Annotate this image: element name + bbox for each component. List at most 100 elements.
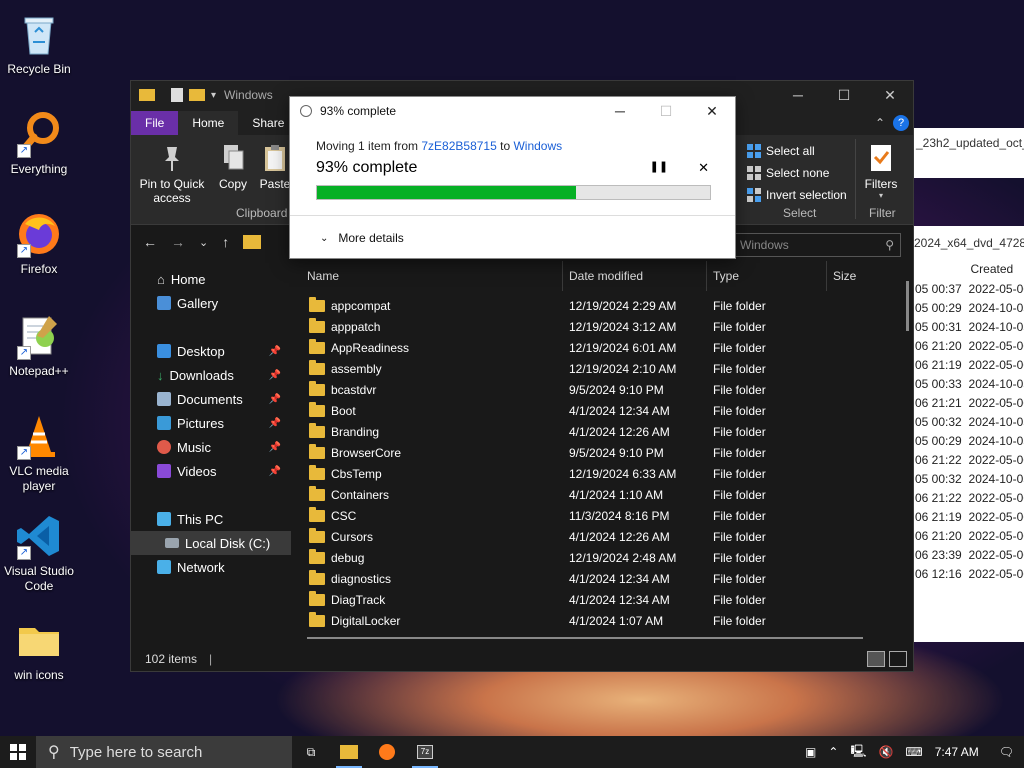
table-row[interactable]: Containers 4/1/2024 1:10 AM File folder	[301, 484, 901, 505]
taskbar-file-explorer[interactable]	[330, 736, 368, 768]
up-icon[interactable]: ↑	[222, 234, 229, 250]
chevron-down-icon[interactable]: ▾	[211, 90, 216, 101]
table-row[interactable]: 06 21:20 2022-05-06	[913, 337, 1024, 356]
table-row[interactable]: appcompat 12/19/2024 2:29 AM File folder	[301, 295, 901, 316]
pin-icon[interactable]: 📌	[269, 466, 281, 477]
horizontal-scrollbar[interactable]	[307, 637, 863, 639]
keyboard-icon[interactable]: ⌨	[905, 745, 922, 759]
notifications-icon[interactable]: 🗨	[999, 745, 1014, 759]
desktop-icon-win-icons[interactable]: win icons	[0, 616, 78, 683]
table-row[interactable]: apppatch 12/19/2024 3:12 AM File folder	[301, 316, 901, 337]
table-row[interactable]: 06 21:22 2022-05-06	[913, 451, 1024, 470]
desktop-icon-everything[interactable]: ↗ Everything	[0, 110, 78, 177]
start-button[interactable]	[0, 736, 36, 768]
select-all-button[interactable]: Select all	[747, 143, 847, 159]
sidebar-item-local-disk[interactable]: Local Disk (C:)	[131, 531, 291, 555]
recent-locations-chevron-icon[interactable]: ⌄	[199, 236, 208, 249]
sidebar-item-pictures[interactable]: Pictures 📌	[131, 411, 291, 435]
clock[interactable]: 7:47 AM	[935, 745, 979, 759]
table-row[interactable]: Boot 4/1/2024 12:34 AM File folder	[301, 400, 901, 421]
bg-window-created-header[interactable]: Created	[965, 260, 1024, 280]
table-row[interactable]: 05 00:37 2022-05-06	[913, 280, 1024, 299]
column-header-type[interactable]: Type	[707, 260, 827, 291]
sidebar-item-documents[interactable]: Documents 📌	[131, 387, 291, 411]
table-row[interactable]: 05 00:33 2024-10-05	[913, 375, 1024, 394]
desktop-icon-notepad-plus-plus[interactable]: ↗ Notepad++	[0, 312, 78, 379]
table-row[interactable]: bcastdvr 9/5/2024 9:10 PM File folder	[301, 379, 901, 400]
desktop-icon-vscode[interactable]: ↗ Visual Studio Code	[0, 512, 78, 594]
table-row[interactable]: DiagTrack 4/1/2024 12:34 AM File folder	[301, 589, 901, 610]
table-row[interactable]: 06 21:21 2022-05-06	[913, 394, 1024, 413]
table-row[interactable]: 05 00:31 2024-10-05	[913, 318, 1024, 337]
back-icon[interactable]: ←	[143, 234, 157, 250]
table-row[interactable]: assembly 12/19/2024 2:10 AM File folder	[301, 358, 901, 379]
pause-button[interactable]: ❚❚	[650, 160, 668, 176]
table-row[interactable]: 05 00:29 2024-10-05	[913, 299, 1024, 318]
large-icons-view-button[interactable]	[889, 651, 907, 667]
sidebar-item-videos[interactable]: Videos 📌	[131, 459, 291, 483]
select-none-button[interactable]: Select none	[747, 165, 847, 181]
search-input[interactable]: h Windows ⚲	[721, 233, 901, 257]
dialog-titlebar[interactable]: 93% complete ─ ☐ ✕	[290, 97, 735, 125]
taskbar-search-input[interactable]: ⚲ Type here to search	[36, 736, 292, 768]
tray-app-icon[interactable]: ▣	[805, 745, 816, 759]
table-row[interactable]: Cursors 4/1/2024 12:26 AM File folder	[301, 526, 901, 547]
help-icon[interactable]: ?	[893, 115, 909, 131]
pin-icon[interactable]: 📌	[269, 346, 281, 357]
close-button[interactable]: ✕	[867, 81, 913, 109]
table-row[interactable]: 06 21:20 2022-05-06	[913, 527, 1024, 546]
sidebar-item-music[interactable]: Music 📌	[131, 435, 291, 459]
sidebar-item-downloads[interactable]: ↓ Downloads 📌	[131, 363, 291, 387]
pin-icon[interactable]: 📌	[269, 394, 281, 405]
pin-icon[interactable]: 📌	[269, 370, 281, 381]
desktop-icon-vlc[interactable]: ↗ VLC media player	[0, 412, 78, 494]
sidebar-item-desktop[interactable]: Desktop 📌	[131, 339, 291, 363]
maximize-button[interactable]: ☐	[821, 81, 867, 109]
collapse-ribbon-icon[interactable]: ⌃	[875, 116, 885, 130]
progress-dialog[interactable]: 93% complete ─ ☐ ✕ Moving 1 item from 7z…	[289, 96, 736, 259]
table-row[interactable]: 06 21:19 2022-05-06	[913, 508, 1024, 527]
task-view-button[interactable]: ⧉	[292, 736, 330, 768]
source-link[interactable]: 7zE82B58715	[421, 139, 496, 153]
sidebar-item-gallery[interactable]: Gallery	[131, 291, 291, 315]
table-row[interactable]: debug 12/19/2024 2:48 AM File folder	[301, 547, 901, 568]
pin-icon[interactable]: 📌	[269, 418, 281, 429]
bg-window-list[interactable]: Created 05 00:37 2022-05-06 05 00:29 2024-1…	[912, 258, 1024, 642]
bg-window-path[interactable]: 2024_x64_dvd_4728d6	[912, 226, 1024, 260]
address-folder-icon[interactable]	[243, 235, 262, 249]
minimize-button[interactable]: ─	[775, 81, 821, 109]
tab-home[interactable]: Home	[178, 111, 239, 135]
table-row[interactable]: 06 21:22 2022-05-06	[913, 489, 1024, 508]
chevron-up-icon[interactable]: ⌃	[828, 745, 838, 759]
table-row[interactable]: 05 00:32 2024-10-05	[913, 470, 1024, 489]
taskbar-firefox[interactable]	[368, 736, 406, 768]
forward-icon[interactable]: →	[171, 234, 185, 250]
table-row[interactable]: Branding 4/1/2024 12:26 AM File folder	[301, 421, 901, 442]
maximize-button[interactable]: ☐	[643, 97, 689, 125]
minimize-button[interactable]: ─	[597, 97, 643, 125]
table-row[interactable]: BrowserCore 9/5/2024 9:10 PM File folder	[301, 442, 901, 463]
close-button[interactable]: ✕	[689, 97, 735, 125]
table-row[interactable]: 06 21:19 2022-05-06	[913, 356, 1024, 375]
sidebar-item-home[interactable]: ⌂ Home	[131, 267, 291, 291]
desktop-icon-firefox[interactable]: ↗ Firefox	[0, 210, 78, 277]
bg-window-header[interactable]: _23h2_updated_oct_	[912, 128, 1024, 178]
sidebar-item-network[interactable]: Network	[131, 555, 291, 579]
vertical-scrollbar[interactable]	[906, 281, 909, 331]
properties-icon[interactable]	[171, 88, 183, 102]
column-header-name[interactable]: Name	[301, 260, 563, 291]
column-header-size[interactable]: Size	[827, 261, 887, 291]
invert-selection-button[interactable]: Invert selection	[747, 187, 847, 203]
sidebar-item-this-pc[interactable]: This PC	[131, 507, 291, 531]
table-row[interactable]: 05 00:29 2024-10-05	[913, 432, 1024, 451]
table-row[interactable]: diagnostics 4/1/2024 12:34 AM File folder	[301, 568, 901, 589]
cancel-button[interactable]: ✕	[698, 160, 709, 176]
network-tray-icon[interactable]: 🖳	[850, 742, 866, 763]
more-details-button[interactable]: ⌄ More details	[320, 231, 404, 245]
table-row[interactable]: AppReadiness 12/19/2024 6:01 AM File folde…	[301, 337, 901, 358]
tab-file[interactable]: File	[131, 111, 179, 135]
details-view-button[interactable]	[867, 651, 885, 667]
table-row[interactable]: 05 00:32 2024-10-05	[913, 413, 1024, 432]
destination-link[interactable]: Windows	[513, 139, 562, 153]
table-row[interactable]: CbsTemp 12/19/2024 6:33 AM File folder	[301, 463, 901, 484]
